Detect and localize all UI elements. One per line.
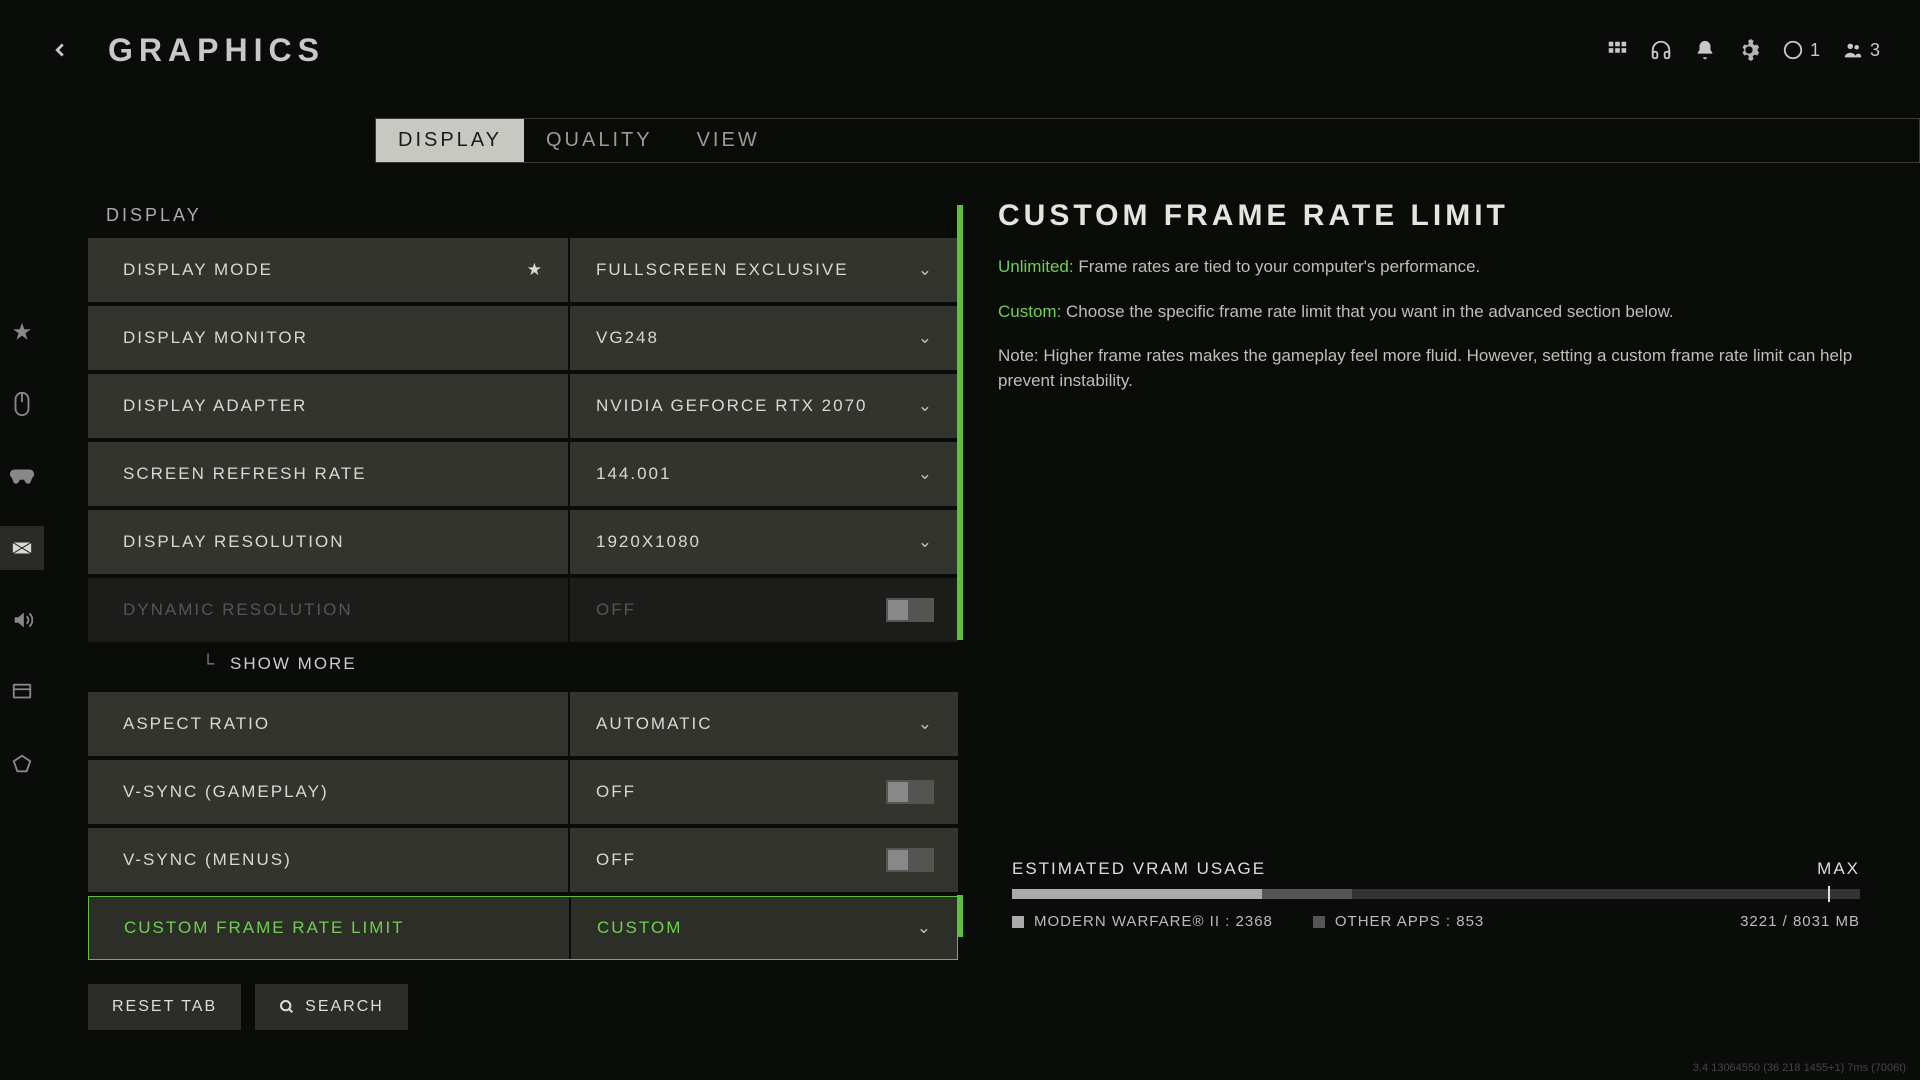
chevron-down-icon: ⌄ xyxy=(918,464,934,484)
bell-icon[interactable] xyxy=(1694,39,1716,61)
detail-body: Unlimited: Frame rates are tied to your … xyxy=(998,255,1860,394)
reset-tab-button[interactable]: RESET TAB xyxy=(88,984,241,1030)
sidebar-network[interactable] xyxy=(0,742,44,786)
headset-icon[interactable] xyxy=(1650,39,1672,61)
vram-max-marker xyxy=(1828,886,1830,902)
vram-panel: ESTIMATED VRAM USAGE MAX MODERN WARFARE®… xyxy=(1012,859,1860,930)
build-info: 3.4 13064550 (36 218 1455+1) 7ms (7006t) xyxy=(1693,1062,1906,1074)
detail-title: CUSTOM FRAME RATE LIMIT xyxy=(998,199,1860,233)
toggle-off[interactable] xyxy=(886,780,934,804)
gear-icon[interactable] xyxy=(1738,39,1760,61)
sidebar-mouse[interactable] xyxy=(0,382,44,426)
setting-refresh-rate[interactable]: SCREEN REFRESH RATE 144.001⌄ xyxy=(88,442,958,506)
sidebar-audio[interactable] xyxy=(0,598,44,642)
tab-quality[interactable]: QUALITY xyxy=(524,119,675,162)
friends-count[interactable]: 3 xyxy=(1842,39,1880,61)
back-button[interactable] xyxy=(40,30,80,70)
star-icon: ★ xyxy=(527,260,544,280)
setting-display-adapter[interactable]: DISPLAY ADAPTER NVIDIA GEFORCE RTX 2070⌄ xyxy=(88,374,958,438)
tab-bar: DISPLAY QUALITY VIEW xyxy=(375,118,1920,163)
selection-indicator xyxy=(957,895,963,937)
setting-resolution[interactable]: DISPLAY RESOLUTION 1920X1080⌄ xyxy=(88,510,958,574)
setting-display-monitor[interactable]: DISPLAY MONITOR VG248⌄ xyxy=(88,306,958,370)
setting-vsync-gameplay[interactable]: V-SYNC (GAMEPLAY) OFF xyxy=(88,760,958,824)
toggle-off xyxy=(886,598,934,622)
page-title: GRAPHICS xyxy=(108,32,325,69)
setting-vsync-menus[interactable]: V-SYNC (MENUS) OFF xyxy=(88,828,958,892)
vram-max-label: MAX xyxy=(1817,859,1860,879)
section-title: DISPLAY xyxy=(88,193,958,238)
chevron-down-icon: ⌄ xyxy=(918,396,934,416)
chevron-down-icon: ⌄ xyxy=(917,918,933,938)
vram-title: ESTIMATED VRAM USAGE xyxy=(1012,859,1266,879)
apps-icon[interactable] xyxy=(1606,39,1628,61)
tab-display[interactable]: DISPLAY xyxy=(376,119,524,162)
chevron-down-icon: ⌄ xyxy=(918,532,934,552)
toggle-off[interactable] xyxy=(886,848,934,872)
sidebar-favorites[interactable] xyxy=(0,310,44,354)
vram-total: 3221 / 8031 MB xyxy=(1740,913,1860,930)
tab-view[interactable]: VIEW xyxy=(675,119,782,162)
chevron-down-icon: ⌄ xyxy=(918,260,934,280)
setting-dynamic-resolution: DYNAMIC RESOLUTION OFF xyxy=(88,578,958,642)
show-more-button[interactable]: └SHOW MORE xyxy=(88,646,958,692)
setting-frame-rate-limit[interactable]: CUSTOM FRAME RATE LIMIT CUSTOM⌄ xyxy=(88,896,958,960)
vram-legend-other: OTHER APPS : 853 xyxy=(1313,913,1484,930)
tree-icon: └ xyxy=(202,654,216,674)
sidebar-interface[interactable] xyxy=(0,670,44,714)
party-count[interactable]: 1 xyxy=(1782,39,1820,61)
chevron-down-icon: ⌄ xyxy=(918,714,934,734)
vram-legend-game: MODERN WARFARE® II : 2368 xyxy=(1012,913,1273,930)
setting-display-mode[interactable]: DISPLAY MODE★ FULLSCREEN EXCLUSIVE⌄ xyxy=(88,238,958,302)
vram-bar xyxy=(1012,889,1860,899)
chevron-down-icon: ⌄ xyxy=(918,328,934,348)
search-button[interactable]: SEARCH xyxy=(255,984,408,1030)
sidebar-controller[interactable] xyxy=(0,454,44,498)
search-icon xyxy=(279,999,295,1015)
setting-aspect-ratio[interactable]: ASPECT RATIO AUTOMATIC⌄ xyxy=(88,692,958,756)
sidebar xyxy=(0,310,44,786)
sidebar-graphics[interactable] xyxy=(0,526,44,570)
